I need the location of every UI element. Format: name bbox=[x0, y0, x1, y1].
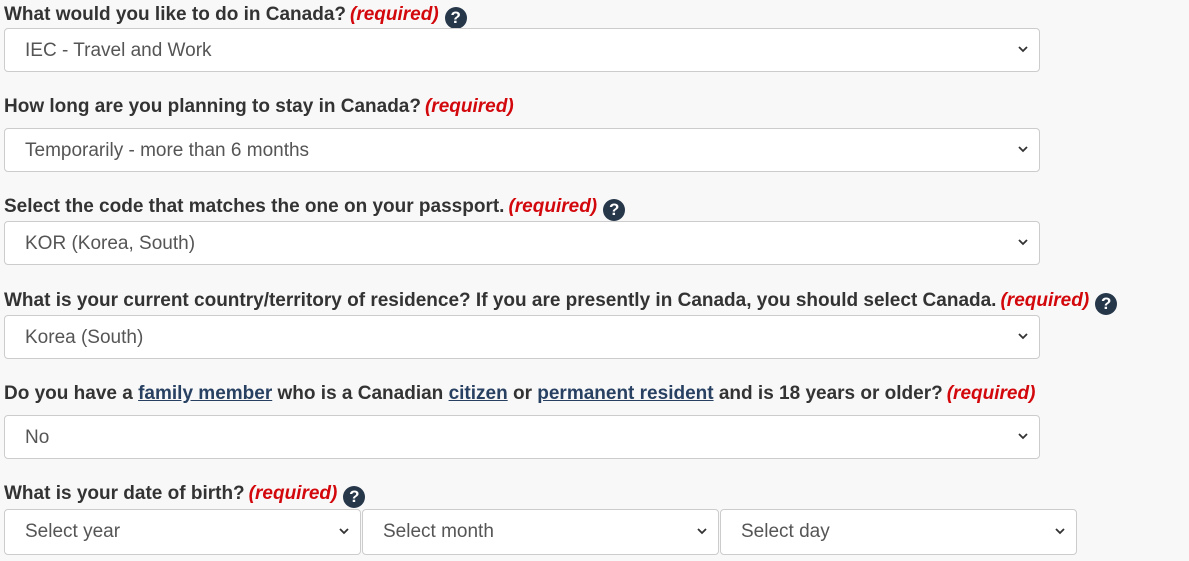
family-member-link[interactable]: family member bbox=[138, 383, 272, 404]
permanent-resident-link[interactable]: permanent resident bbox=[537, 383, 713, 404]
family-member-select-value: No bbox=[25, 427, 50, 448]
duration-select-value: Temporarily - more than 6 months bbox=[25, 140, 310, 161]
question-duration-label: How long are you planning to stay in Can… bbox=[4, 96, 514, 117]
required-indicator: (required) bbox=[508, 196, 598, 217]
required-indicator: (required) bbox=[248, 483, 338, 504]
duration-select[interactable]: Temporarily - more than 6 months bbox=[4, 128, 1040, 172]
birth-month-select[interactable]: Select month bbox=[362, 509, 719, 555]
required-indicator: (required) bbox=[424, 96, 514, 117]
chevron-down-icon bbox=[1018, 146, 1028, 153]
birth-day-select[interactable]: Select day bbox=[720, 509, 1077, 555]
required-indicator: (required) bbox=[1000, 290, 1090, 311]
residence-select[interactable]: Korea (South) bbox=[4, 315, 1040, 359]
help-icon[interactable]: ? bbox=[1095, 293, 1118, 315]
chevron-down-icon bbox=[339, 528, 349, 535]
question-family-member-label: Do you have a family member who is a Can… bbox=[4, 383, 1036, 404]
birth-year-select[interactable]: Select year bbox=[4, 509, 361, 555]
help-icon[interactable]: ? bbox=[603, 199, 626, 221]
residence-select-value: Korea (South) bbox=[25, 327, 144, 348]
activity-select-value: IEC - Travel and Work bbox=[25, 40, 212, 61]
required-indicator: (required) bbox=[350, 4, 439, 25]
required-indicator: (required) bbox=[946, 383, 1036, 404]
help-icon[interactable]: ? bbox=[444, 7, 467, 29]
question-date-of-birth-label: What is your date of birth? (required)? bbox=[4, 482, 366, 508]
birth-day-select-value: Select day bbox=[741, 521, 830, 542]
chevron-down-icon bbox=[1018, 239, 1028, 246]
question-activity-label: What would you like to do in Canada? (req… bbox=[4, 3, 467, 29]
passport-code-select-value: KOR (Korea, South) bbox=[25, 233, 196, 254]
citizen-link[interactable]: citizen bbox=[449, 383, 508, 404]
activity-select[interactable]: IEC - Travel and Work bbox=[4, 28, 1040, 72]
question-passport-code-label: Select the code that matches the one on … bbox=[4, 195, 626, 221]
help-icon[interactable]: ? bbox=[343, 486, 366, 508]
chevron-down-icon bbox=[1018, 46, 1028, 53]
chevron-down-icon bbox=[1055, 528, 1065, 535]
chevron-down-icon bbox=[697, 528, 707, 535]
chevron-down-icon bbox=[1018, 433, 1028, 440]
family-member-select[interactable]: No bbox=[4, 415, 1040, 459]
birth-month-select-value: Select month bbox=[383, 521, 494, 542]
question-residence-label: What is your current country/territory o… bbox=[4, 289, 1118, 315]
birth-year-select-value: Select year bbox=[25, 521, 121, 542]
passport-code-select[interactable]: KOR (Korea, South) bbox=[4, 221, 1040, 265]
chevron-down-icon bbox=[1018, 333, 1028, 340]
